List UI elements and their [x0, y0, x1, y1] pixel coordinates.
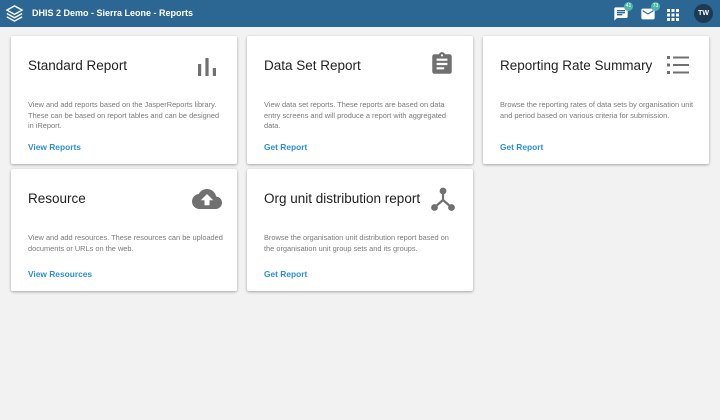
- clipboard-icon: [432, 52, 452, 74]
- get-report-link[interactable]: Get Report: [264, 269, 307, 279]
- card-title: Data Set Report: [264, 58, 361, 73]
- card-description: View and add reports based on the Jasper…: [28, 100, 220, 130]
- card-description: Browse the organisation unit distributio…: [264, 233, 449, 253]
- get-report-link[interactable]: Get Report: [500, 142, 543, 152]
- interpretations-button[interactable]: 41: [613, 2, 633, 22]
- profile-avatar[interactable]: TW: [694, 4, 713, 23]
- cloud-upload-icon: [192, 189, 222, 209]
- apps-menu-button[interactable]: [667, 8, 679, 21]
- view-reports-link[interactable]: View Reports: [28, 142, 81, 152]
- hierarchy-icon: [431, 187, 455, 211]
- resource-card[interactable]: Resource View and add resources. These r…: [11, 169, 237, 291]
- org-unit-distribution-card[interactable]: Org unit distribution report Browse the …: [247, 169, 473, 291]
- data-set-report-card[interactable]: Data Set Report View data set reports. T…: [247, 36, 473, 164]
- card-title: Resource: [28, 191, 86, 206]
- apps-grid-icon: [667, 9, 679, 21]
- messages-button[interactable]: 73: [640, 2, 660, 22]
- bar-chart-icon: [198, 58, 216, 76]
- card-description: View data set reports. These reports are…: [264, 100, 446, 130]
- dhis2-logo-icon[interactable]: [6, 5, 23, 22]
- messages-badge: 73: [651, 2, 660, 11]
- header-bar: DHIS 2 Demo - Sierra Leone - Reports 41 …: [0, 0, 720, 27]
- card-title: Standard Report: [28, 58, 128, 73]
- interpretations-badge: 41: [624, 2, 633, 11]
- reporting-rate-summary-card[interactable]: Reporting Rate Summary Browse the report…: [483, 36, 709, 164]
- card-description: View and add resources. These resources …: [28, 233, 223, 253]
- get-report-link[interactable]: Get Report: [264, 142, 307, 152]
- card-title: Org unit distribution report: [264, 191, 421, 206]
- view-resources-link[interactable]: View Resources: [28, 269, 92, 279]
- standard-report-card[interactable]: Standard Report View and add reports bas…: [11, 36, 237, 164]
- card-description: Browse the reporting rates of data sets …: [500, 100, 694, 120]
- app-title: DHIS 2 Demo - Sierra Leone - Reports: [32, 8, 194, 18]
- card-title: Reporting Rate Summary: [500, 58, 653, 73]
- list-icon: [667, 56, 689, 74]
